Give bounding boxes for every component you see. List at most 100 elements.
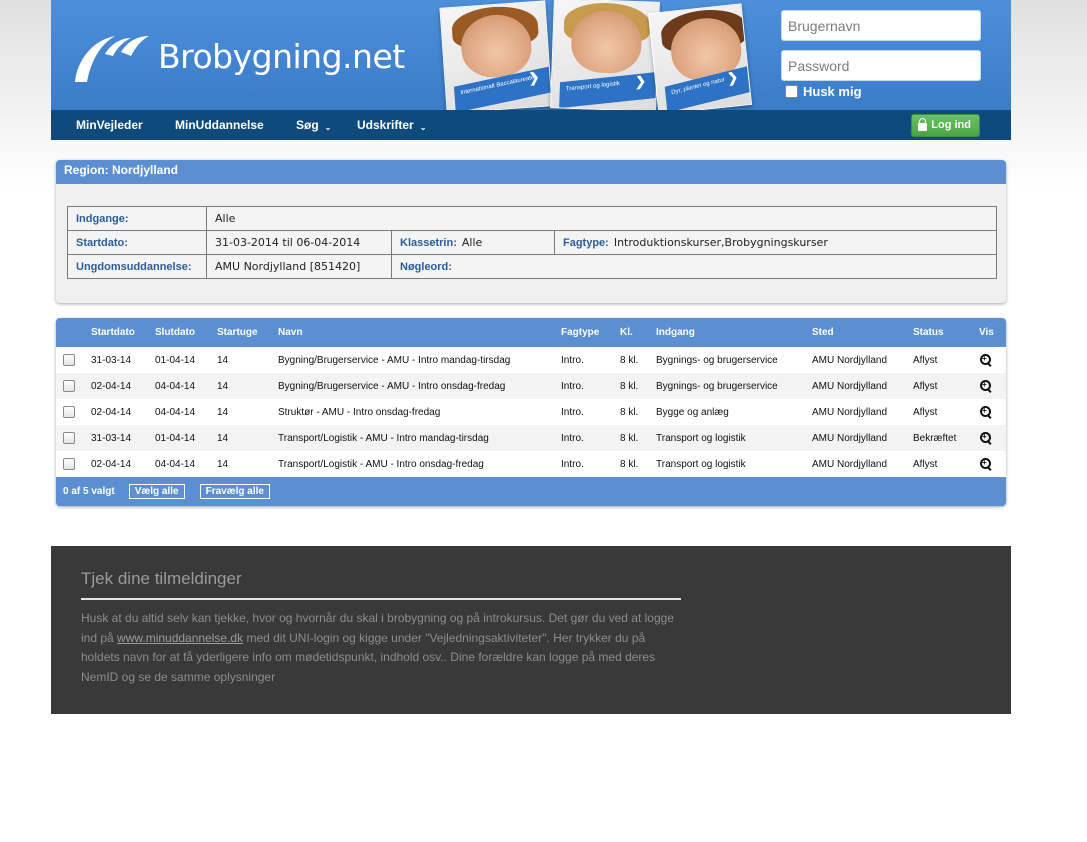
cell-sted: AMU Nordjylland (812, 373, 913, 399)
row-checkbox[interactable] (63, 432, 75, 444)
cell-slutdato: 04-04-14 (155, 399, 217, 425)
cell-indgang: Transport og logistik (656, 451, 812, 477)
col-startdato[interactable]: Startdato (91, 318, 155, 347)
promo-photo-3[interactable]: Dyr, planter og natur ❯ (647, 3, 753, 110)
deselect-all-button[interactable]: Fravælg alle (199, 484, 270, 499)
col-slutdato[interactable]: Slutdato (155, 318, 217, 347)
cell-fagtype: Intro. (561, 399, 620, 425)
ungdomsuddannelse-label: Ungdomsuddannelse: (67, 254, 207, 279)
arrow-right-icon: ❯ (634, 73, 647, 90)
magnifier-plus-icon[interactable]: + (979, 405, 993, 419)
login-form: Husk mig (781, 10, 981, 99)
fagtype-cell: Fagtype: Introduktionskurser,Brobygningsk… (554, 230, 997, 255)
table-header-row: Startdato Slutdato Startuge Navn Fagtype… (56, 318, 1006, 347)
remember-me[interactable]: Husk mig (781, 84, 981, 99)
magnifier-plus-icon[interactable]: + (979, 353, 993, 367)
login-button[interactable]: Log ind (911, 114, 980, 137)
col-navn[interactable]: Navn (278, 318, 561, 347)
region-panel: Region: Nordjylland Indgange: Alle Start… (56, 160, 1006, 303)
cell-fagtype: Intro. (561, 347, 620, 373)
table-row: 02-04-14 04-04-14 14 Bygning/Brugerservi… (56, 373, 1006, 399)
table-row: 02-04-14 04-04-14 14 Transport/Logistik … (56, 451, 1006, 477)
cell-indgang: Bygnings- og brugerservice (656, 373, 812, 399)
nav-item-udskrifter[interactable]: Udskrifter ⌄ (357, 110, 426, 140)
col-kl[interactable]: Kl. (620, 318, 656, 347)
lock-icon (918, 118, 928, 131)
cell-indgang: Transport og logistik (656, 425, 812, 451)
promo-photo-2[interactable]: Transport og logistik ❯ (550, 0, 660, 110)
row-checkbox[interactable] (63, 380, 75, 392)
cell-kl: 8 kl. (620, 347, 656, 373)
cell-sted: AMU Nordjylland (812, 399, 913, 425)
cell-navn: Transport/Logistik - AMU - Intro onsdag-… (278, 451, 561, 477)
table-row: 02-04-14 04-04-14 14 Struktør - AMU - In… (56, 399, 1006, 425)
cell-navn: Struktør - AMU - Intro onsdag-fredag (278, 399, 561, 425)
cell-startuge: 14 (217, 425, 278, 451)
ungdomsuddannelse-value: AMU Nordjylland [851420] (206, 254, 392, 279)
cell-kl: 8 kl. (620, 451, 656, 477)
info-text: Husk at du altid selv kan tjekke, hvor o… (81, 611, 674, 684)
nav-item-minvejleder[interactable]: MinVejleder (76, 110, 143, 140)
site-header: Brobygning.net Internationalt Baccalaure… (51, 0, 1011, 110)
site-logo[interactable]: Brobygning.net (71, 30, 405, 86)
chevron-down-icon: ⌄ (324, 123, 332, 132)
promo-band: Transport og logistik ❯ (559, 72, 657, 109)
noegleord-cell: Nøgleord: (391, 254, 997, 279)
region-title: Region: Nordjylland (56, 160, 1006, 184)
remember-checkbox[interactable] (785, 85, 798, 98)
cell-slutdato: 01-04-14 (155, 347, 217, 373)
row-checkbox[interactable] (63, 458, 75, 470)
cell-status: Bekræftet (913, 425, 979, 451)
nav-item-minuddannelse[interactable]: MinUddannelse (175, 110, 264, 140)
row-checkbox[interactable] (63, 406, 75, 418)
logo-text: Brobygning.net (158, 36, 405, 76)
password-input[interactable] (781, 50, 981, 81)
col-indgang[interactable]: Indgang (656, 318, 812, 347)
cell-indgang: Bygnings- og brugerservice (656, 347, 812, 373)
arrow-right-icon: ❯ (726, 68, 739, 87)
magnifier-plus-icon[interactable]: + (979, 457, 993, 471)
results-footer: 0 af 5 valgt Vælg alle Fravælg alle (56, 477, 1006, 506)
col-sted[interactable]: Sted (812, 318, 913, 347)
cell-kl: 8 kl. (620, 373, 656, 399)
cell-indgang: Bygge og anlæg (656, 399, 812, 425)
startdato-value: 31-03-2014 til 06-04-2014 (206, 230, 392, 255)
table-row: 31-03-14 01-04-14 14 Transport/Logistik … (56, 425, 1006, 451)
selected-count: 0 af 5 valgt (63, 486, 115, 497)
info-title: Tjek dine tilmeldinger (81, 569, 242, 588)
arrow-right-icon: ❯ (528, 68, 540, 86)
col-vis: Vis (979, 327, 994, 338)
promo-photo-1[interactable]: Internationalt Baccalaureate ❯ (439, 0, 553, 110)
nav-item-soeg[interactable]: Søg ⌄ (296, 110, 331, 140)
cell-navn: Bygning/Brugerservice - AMU - Intro mand… (278, 347, 561, 373)
col-fagtype[interactable]: Fagtype (561, 318, 620, 347)
cell-fagtype: Intro. (561, 373, 620, 399)
indgange-value: Alle (206, 206, 997, 231)
username-input[interactable] (781, 10, 981, 41)
select-all-button[interactable]: Vælg alle (128, 484, 185, 499)
main-nav: MinVejleder MinUddannelse Søg ⌄ Udskrifte… (51, 110, 1011, 140)
cell-kl: 8 kl. (620, 425, 656, 451)
cell-startdato: 31-03-14 (91, 425, 155, 451)
cell-navn: Transport/Logistik - AMU - Intro mandag-… (278, 425, 561, 451)
indgange-label: Indgange: (67, 206, 207, 231)
row-checkbox[interactable] (63, 354, 75, 366)
magnifier-plus-icon[interactable]: + (979, 431, 993, 445)
cell-sted: AMU Nordjylland (812, 425, 913, 451)
cell-sted: AMU Nordjylland (812, 347, 913, 373)
chevron-down-icon: ⌄ (419, 123, 427, 132)
startdato-label: Startdato: (67, 230, 207, 255)
col-startuge[interactable]: Startuge (217, 318, 278, 347)
cell-startdato: 02-04-14 (91, 373, 155, 399)
cell-startuge: 14 (217, 451, 278, 477)
remember-label: Husk mig (803, 84, 862, 99)
magnifier-plus-icon[interactable]: + (979, 379, 993, 393)
cell-startuge: 14 (217, 373, 278, 399)
cell-kl: 8 kl. (620, 399, 656, 425)
cell-status: Aflyst (913, 347, 979, 373)
cell-slutdato: 04-04-14 (155, 373, 217, 399)
col-status[interactable]: Status (913, 318, 979, 347)
cell-slutdato: 04-04-14 (155, 451, 217, 477)
minuddannelse-link[interactable]: www.minuddannelse.dk (117, 631, 243, 645)
cell-navn: Bygning/Brugerservice - AMU - Intro onsd… (278, 373, 561, 399)
